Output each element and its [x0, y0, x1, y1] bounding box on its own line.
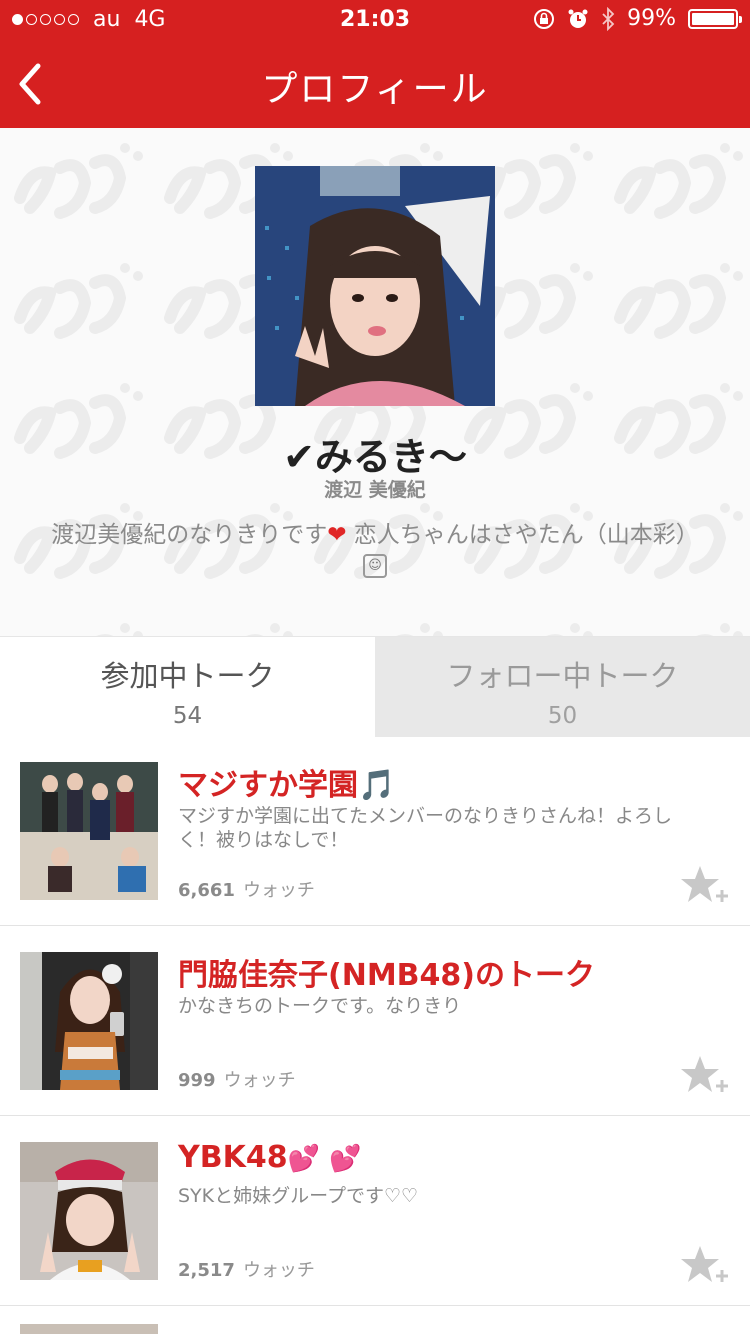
list-item[interactable]: 門脇佳奈子(NMB48)のトーク かなきちのトークです。なりきり 999 ウォッチ: [0, 926, 750, 1116]
talk-tabs: 参加中トーク 54 フォロー中トーク 50: [0, 636, 750, 737]
favorite-star-icon[interactable]: [680, 1054, 732, 1098]
talk-description: マジすか学園に出てたメンバーのなりきりさんね！よろしく！被りはなしで！: [178, 805, 673, 851]
display-name: ✔みるき〜: [283, 435, 467, 479]
watch-label: ウォッチ: [242, 1260, 315, 1281]
watch-count: 6,661: [178, 880, 235, 901]
talk-description: かなきちのトークです。なりきり: [178, 995, 462, 1017]
list-item[interactable]: マジすか学園🎵 マジすか学園に出てたメンバーのなりきりさんね！よろしく！被りはな…: [0, 736, 750, 926]
watch-label: ウォッチ: [223, 1070, 296, 1091]
profile-header: ✔みるき〜 渡辺 美優紀 渡辺美優紀のなりきりです❤ 恋人ちゃんはさやたん（山本…: [0, 128, 750, 636]
watch-label: ウォッチ: [242, 880, 315, 901]
talk-title: マジすか学園🎵: [178, 760, 395, 804]
talk-title-text: マジすか学園: [178, 768, 358, 803]
battery-icon: [688, 8, 742, 29]
talk-list: マジすか学園🎵 マジすか学園に出てたメンバーのなりきりさんね！よろしく！被りはな…: [0, 736, 750, 1334]
real-name: 渡辺 美優紀: [324, 479, 426, 501]
favorite-star-icon[interactable]: [680, 1244, 732, 1288]
favorite-star-icon[interactable]: [680, 864, 732, 908]
heart-emoji-icon: ❤: [327, 522, 347, 548]
page-title: プロフィール: [261, 69, 489, 110]
watch-info: 999 ウォッチ: [178, 1066, 296, 1092]
tab-label: 参加中トーク: [100, 659, 275, 693]
profile-avatar[interactable]: [255, 166, 495, 406]
tab-count: 54: [172, 703, 203, 729]
music-note-icon: 🎵: [358, 768, 396, 803]
heart-emoji-icon: 💕 💕: [287, 1144, 362, 1174]
talk-thumbnail: [20, 1142, 158, 1280]
talk-thumbnail: [20, 1324, 158, 1334]
tab-count: 50: [547, 703, 578, 729]
watch-count: 999: [178, 1070, 216, 1091]
status-bar: au 4G 21:03 99%: [0, 0, 750, 40]
talk-thumbnail: [20, 952, 158, 1090]
battery-percent: 99%: [627, 6, 676, 31]
bluetooth-icon: [602, 6, 615, 31]
watch-info: 2,517 ウォッチ: [178, 1256, 315, 1282]
talk-title-text: YBK48: [178, 1140, 288, 1175]
talk-thumbnail: [20, 762, 158, 900]
talk-title: 門脇佳奈子(NMB48)のトーク: [178, 950, 595, 994]
alarm-icon: [568, 9, 588, 28]
bio-text-1: 渡辺美優紀のなりきりです: [51, 522, 328, 548]
list-item[interactable]: YBK48💕 💕 SYKと姉妹グループです♡♡ 2,517 ウォッチ: [0, 1116, 750, 1306]
tab-label: フォロー中トーク: [446, 659, 679, 693]
talk-description: SYKと姉妹グループです♡♡: [178, 1185, 419, 1207]
watch-info: 6,661 ウォッチ: [178, 876, 315, 902]
tab-joined-talks[interactable]: 参加中トーク 54: [0, 637, 375, 737]
talk-title-text: 門脇佳奈子(NMB48)のトーク: [178, 958, 595, 993]
rotation-lock-icon: [534, 8, 555, 29]
tab-followed-talks[interactable]: フォロー中トーク 50: [375, 637, 750, 737]
navigation-bar: プロフィール: [0, 40, 750, 128]
bio-text-2: 恋人ちゃんはさやたん（山本彩）: [346, 522, 699, 548]
profile-bio: 渡辺美優紀のなりきりです❤ 恋人ちゃんはさやたん（山本彩） ☺: [50, 520, 700, 580]
watch-count: 2,517: [178, 1260, 235, 1281]
talk-title: YBK48💕 💕: [178, 1140, 361, 1175]
alien-emoji-icon: ☺: [363, 553, 387, 578]
